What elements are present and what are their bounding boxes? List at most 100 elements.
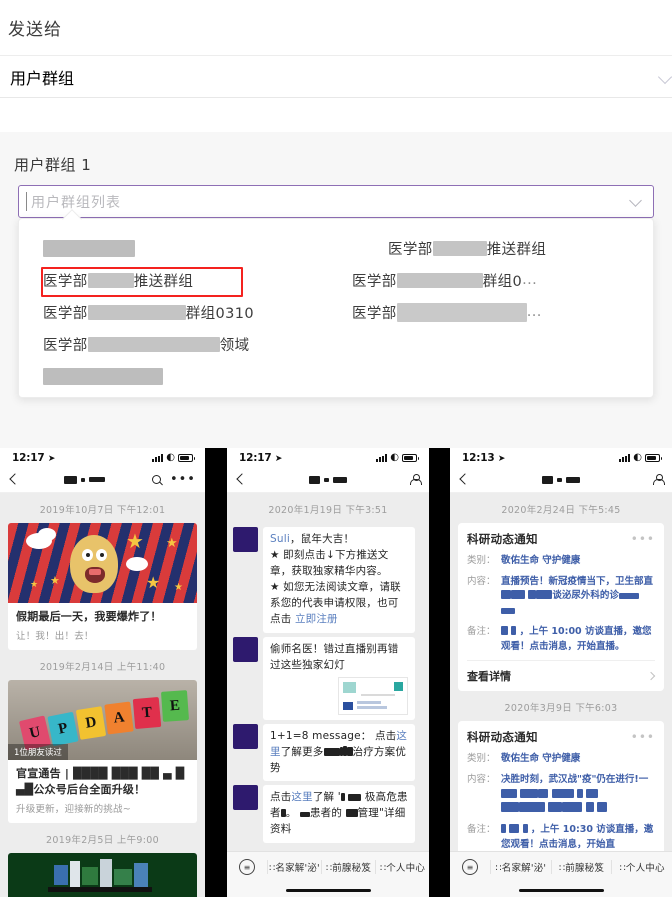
chat-thumbnail[interactable] [338,676,408,715]
back-icon[interactable] [9,475,18,484]
chat-line: ★ 即刻点击↓下方推送文章，获取独家精华内容。 [270,548,389,577]
more-icon[interactable]: ••• [170,473,196,486]
keyboard-icon[interactable]: ≡ [462,859,478,875]
user-group-accordion[interactable]: 用户群组 [0,56,672,98]
chat-line: 。 [285,807,297,820]
chevron-down-icon[interactable] [630,195,643,208]
bottom-tab-bar[interactable]: ≡ ∷名家解'泌' ∷前腺秘笈 ∷个人中心 [450,851,672,897]
article-card[interactable] [8,852,197,897]
dropdown-item-ellipsis: ... [526,304,542,320]
notification-card[interactable]: 科研动态通知 ••• 类别： 敬佑生命 守护健康 内容： 决胜时刻，武汉战"疫"… [458,721,664,859]
card-timestamp: 2020年3月9日 下午6:03 [504,703,618,715]
bottom-tab-bar[interactable]: ≡ ∷名家解'泌' ∷前腺秘笈 ∷个人中心 [227,851,429,897]
status-bar: 12:13 ➤ ◐ [450,448,672,467]
chat-message[interactable]: Suli，鼠年大吉！ ★ 即刻点击↓下方推送文章，获取独家精华内容。 ★ 如您无… [227,523,429,633]
tab-mingjia[interactable]: ∷名家解'泌' [490,860,551,874]
chat-line: 了解 ' [312,791,341,804]
tab-personal-center[interactable]: ∷个人中心 [611,860,672,874]
user-group-input-placeholder[interactable]: 用户群组列表 [31,192,121,212]
dropdown-item-prefix: 医学部 [352,305,397,322]
dropdown-column-right: 医学部 推送群组 医学部 群组0... 医学部... [336,232,629,392]
tab-qianxian[interactable]: ∷前腺秘笈 [321,860,375,874]
contact-icon[interactable] [410,474,422,485]
recipient-name: Suli [270,533,290,545]
article-title: 假期最后一天，我要爆炸了！ [16,610,162,623]
tab-personal-center[interactable]: ∷个人中心 [375,860,429,874]
chat-message[interactable]: 点击这里了解 ' 极高危患者。 患者的 管理"详细资料 [227,781,429,844]
chat-message[interactable]: 1+1=8 message： 点击这里了解更多 治疗方案优势 [227,720,429,782]
user-group-accordion-label: 用户群组 [10,68,75,88]
chat-thread[interactable]: 2020年1月19日 下午3:51 Suli，鼠年大吉！ ★ 即刻点击↓下方推送… [227,493,429,897]
chat-message[interactable]: 偷师名医！错过直播别再错过这些独家幻灯 [227,633,429,720]
tab-qianxian[interactable]: ∷前腺秘笈 [550,860,612,874]
dropdown-item[interactable] [43,232,336,264]
chat-timestamp: 2020年1月19日 下午3:51 [268,505,388,516]
keyboard-toggle[interactable]: ≡ [450,859,490,875]
battery-icon [178,453,195,462]
phone-3: 12:13 ➤ ◐ 2020年2月24日 下午5:45 科研动态通知 ••• 类… [450,448,672,897]
more-icon[interactable]: ••• [631,533,655,545]
card-row-key: 类别： [467,753,496,765]
status-clock: 12:13 ➤ [462,451,506,464]
feed-timestamp: 2019年2月5日 上午9:00 [46,834,159,846]
user-group-combobox[interactable]: 用户群组列表 [18,185,654,218]
dropdown-item[interactable] [43,360,336,392]
screenshot-root: 发送给 用户群组 用户群组 1 用户群组列表 医学部 推送群组 医学部 群组03… [0,0,672,897]
nav-bar [227,467,429,493]
article-image [8,852,197,897]
dropdown-item-suffix: 推送群组 [486,241,547,258]
chevron-right-icon[interactable] [648,673,655,680]
dropdown-item[interactable]: 医学部 群组0... [336,264,629,296]
nav-right-icons: ••• [151,473,196,486]
status-clock: 12:17 ➤ [239,451,283,464]
search-icon[interactable] [151,475,161,484]
contact-icon[interactable] [653,474,665,485]
redacted-text [396,272,483,288]
article-card[interactable]: U P D A T E 1位朋友读过 官宣通告 | ████ ███ ██ ▄ … [8,679,197,823]
keyboard-icon[interactable]: ≡ [239,859,255,875]
more-icon[interactable]: ••• [631,731,655,743]
tab-mingjia[interactable]: ∷名家解'泌' [267,860,321,874]
dropdown-item[interactable]: 医学部 领域 [43,328,336,360]
card-row-value: 决胜时刻，武汉战"疫"仍在进行!一 [501,773,655,817]
dropdown-item[interactable]: 医学部 群组0310 [43,296,336,328]
keyboard-toggle[interactable]: ≡ [227,859,267,875]
dropdown-item-prefix: 医学部 [352,273,397,290]
dropdown-item-suffix: 领域 [219,337,250,354]
chat-bubble[interactable]: 偷师名医！错过直播别再错过这些独家幻灯 [263,636,415,720]
card-footer[interactable]: 查看详情 [467,660,655,691]
redacted-text [87,272,134,288]
redacted-text [43,367,163,385]
back-icon[interactable] [459,475,468,484]
user-group-combobox-wrap: 用户群组列表 [0,185,672,218]
user-group-dropdown-panel[interactable]: 医学部 推送群组 医学部 群组0310 医学部 领域 医学部 推送群组 医学部 … [18,218,654,398]
dropdown-item-prefix: 医学部 [43,273,88,290]
home-indicator [518,889,604,892]
chevron-down-icon[interactable] [660,70,672,84]
wifi-icon: ◐ [633,451,642,463]
dropdown-item[interactable]: 医学部 推送群组 [336,232,629,264]
admin-form-area: 发送给 用户群组 用户群组 1 用户群组列表 医学部 推送群组 医学部 群组03… [0,0,672,448]
redacted-text [87,304,186,320]
notification-feed[interactable]: 2020年2月24日 下午5:45 科研动态通知 ••• 类别： 敬佑生命 守护… [450,493,672,897]
register-link[interactable]: 立即注册 [295,613,338,625]
chat-bubble[interactable]: 1+1=8 message： 点击这里了解更多 治疗方案优势 [263,723,415,782]
dropdown-item-selected[interactable]: 医学部 推送群组 [43,264,336,296]
notification-card[interactable]: 科研动态通知 ••• 类别： 敬佑生命 守护健康 内容： 直播预告！新冠疫情当下… [458,523,664,692]
card-header: 科研动态通知 ••• [467,729,655,752]
article-feed[interactable]: 2019年10月7日 下午12:01 ★ ★ ★ ★ ★ ★ 假期最后一天，我要… [0,493,205,897]
chat-bubble[interactable]: 点击这里了解 ' 极高危患者。 患者的 管理"详细资料 [263,785,415,844]
card-row: 备注： ，上午 10:00 访谈直播，邀您观看！点击消息，开始直播。 [467,625,655,660]
wifi-icon: ◐ [166,451,175,463]
back-icon[interactable] [236,475,245,484]
nav-title-redacted [541,475,580,484]
here-link[interactable]: 这里 [291,791,312,803]
send-to-header: 发送给 [0,0,672,56]
article-card[interactable]: ★ ★ ★ ★ ★ ★ 假期最后一天，我要爆炸了！ 让！我！出！去！ [8,523,197,650]
chat-bubble[interactable]: Suli，鼠年大吉！ ★ 即刻点击↓下方推送文章，获取独家精华内容。 ★ 如您无… [263,527,415,633]
chat-line: 了解更多 [280,745,324,758]
signal-icon [619,454,631,462]
card-title: 科研动态通知 [467,532,538,546]
location-arrow-icon: ➤ [47,453,56,464]
dropdown-item[interactable]: 医学部... [336,296,629,328]
